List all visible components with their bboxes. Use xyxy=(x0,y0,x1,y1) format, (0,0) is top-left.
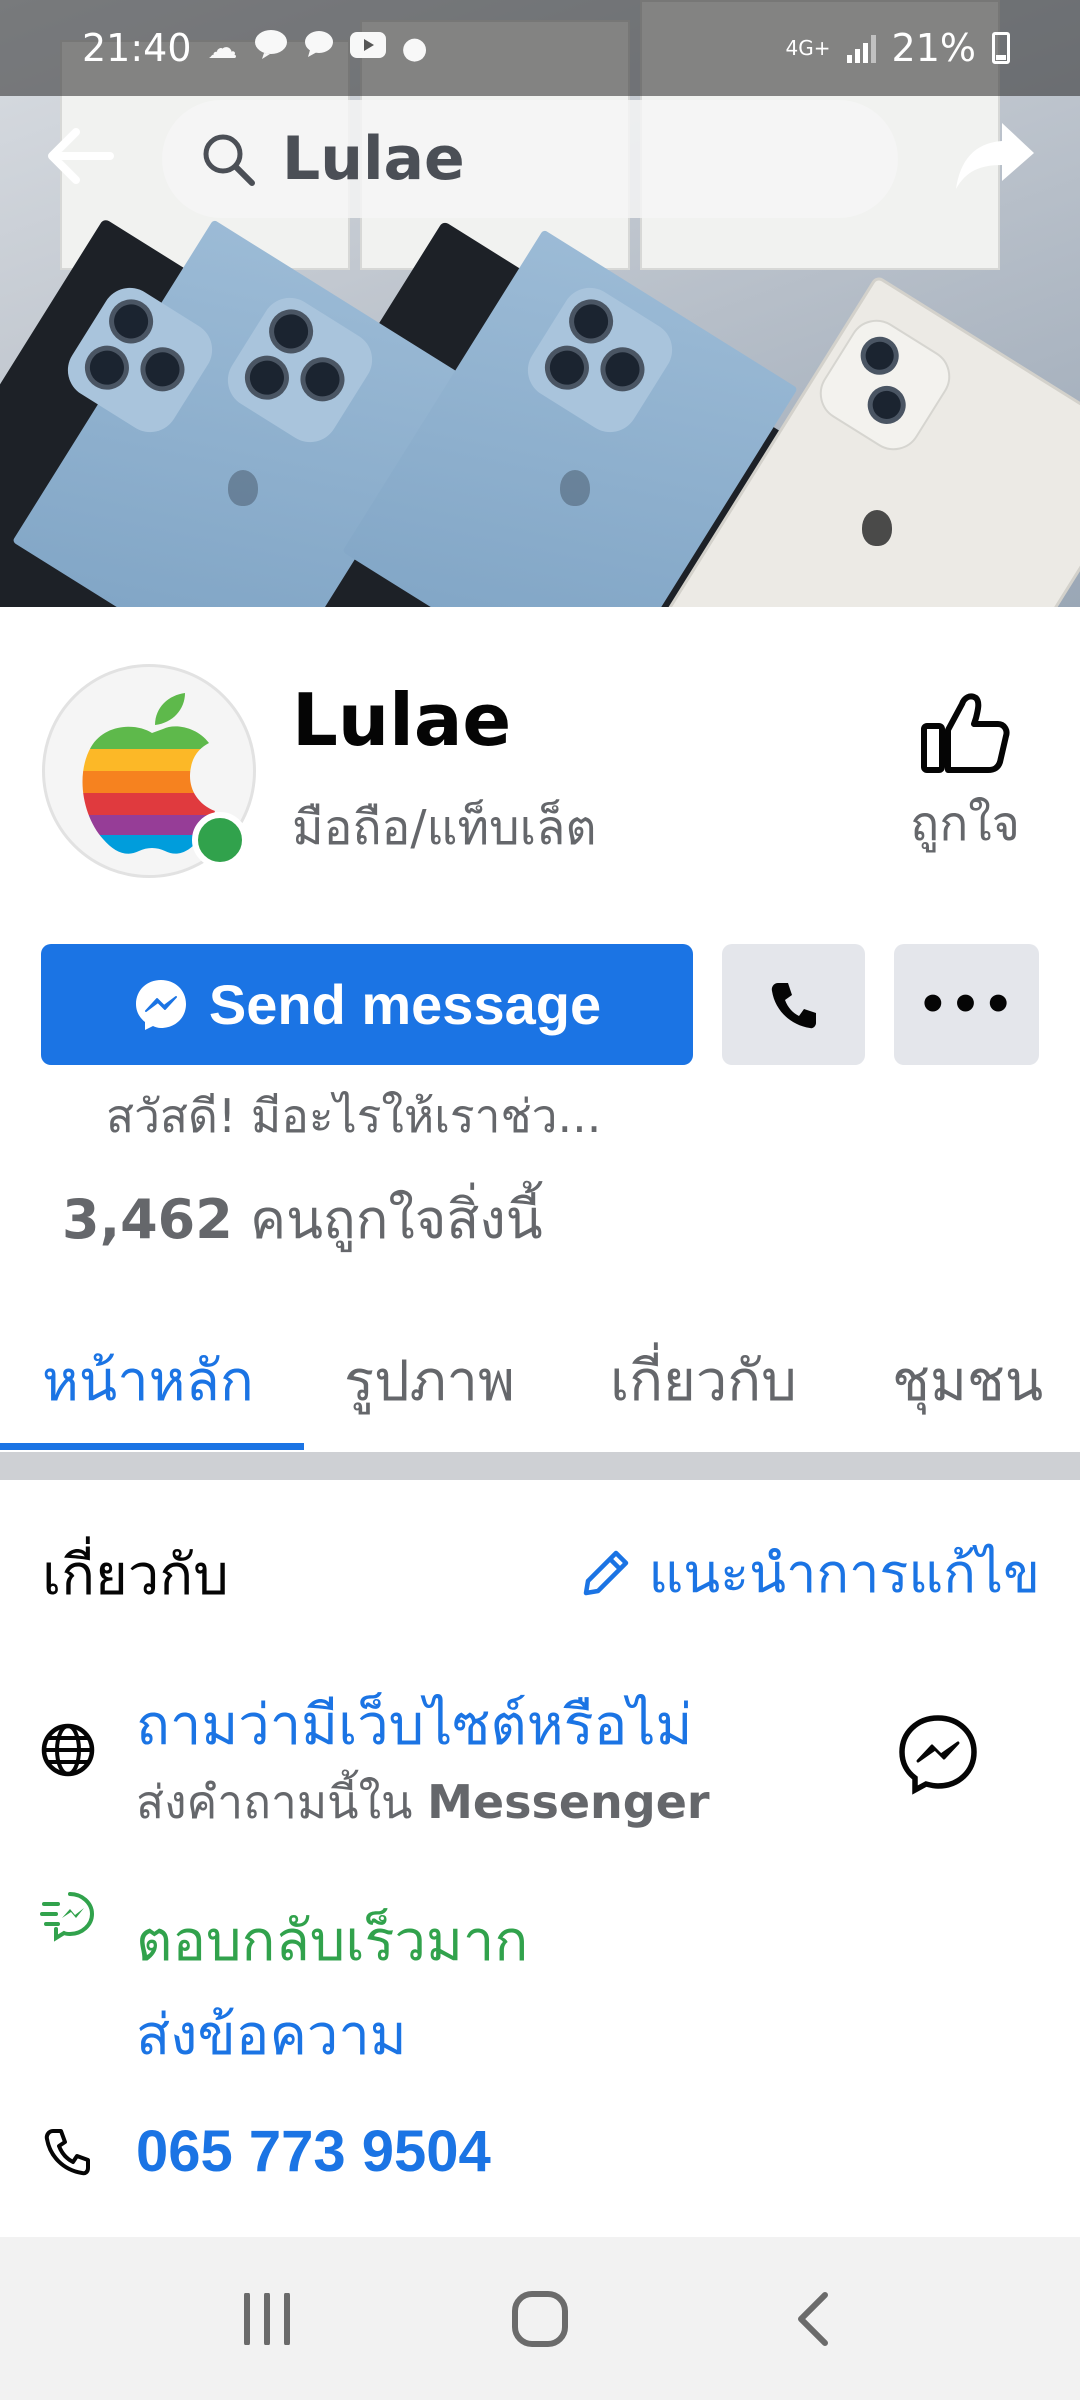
more-dots-icon: ••• xyxy=(917,976,1016,1033)
greeting-text[interactable]: สวัสดี! มีอะไรให้เราช่ว... xyxy=(106,1080,601,1153)
send-message-link[interactable]: ส่งข้อความ xyxy=(136,1990,407,2079)
back-chevron-icon xyxy=(798,2291,829,2346)
search-icon xyxy=(203,134,255,186)
suggest-edit-link[interactable]: แนะนำการแก้ไข xyxy=(580,1530,1040,1616)
top-nav: Lulae xyxy=(0,96,1080,226)
likes-count: 3,462 xyxy=(62,1188,233,1251)
online-status-dot xyxy=(192,812,248,868)
battery-icon xyxy=(992,32,1010,64)
android-navigation-bar xyxy=(0,2237,1080,2400)
tab-about[interactable]: เกี่ยวกับ xyxy=(610,1336,797,1425)
fast-reply-icon xyxy=(40,1888,96,1944)
tab-community[interactable]: ชุมชน xyxy=(892,1336,1043,1425)
youtube-icon xyxy=(349,31,386,66)
ask-website-sub-messenger: Messenger xyxy=(427,1775,710,1829)
like-label: ถูกใจ xyxy=(910,796,1020,852)
signal-icon xyxy=(846,33,876,63)
page-tabs: หน้าหลัก รูปภาพ เกี่ยวกับ ชุมชน xyxy=(0,1300,1080,1450)
back-button[interactable] xyxy=(40,116,120,196)
phone-icon xyxy=(40,2124,96,2180)
cover-apple-logo xyxy=(560,470,590,506)
active-tab-indicator xyxy=(0,1443,304,1450)
cover-apple-logo xyxy=(228,470,258,506)
tab-home[interactable]: หน้าหลัก xyxy=(42,1336,254,1425)
response-speed-text: ตอบกลับเร็วมาก xyxy=(136,1909,529,1974)
like-button[interactable]: ถูกใจ xyxy=(880,690,1050,870)
cover-apple-logo xyxy=(862,510,892,546)
messenger-icon xyxy=(899,1715,977,1795)
pencil-icon xyxy=(584,1550,629,1596)
page-name: Lulae xyxy=(292,678,512,762)
tab-photos[interactable]: รูปภาพ xyxy=(344,1336,515,1425)
likes-summary: 3,462 คนถูกใจสิ่งนี้ xyxy=(62,1176,543,1262)
ask-website-subtitle: ส่งคำถามนี้ใน Messenger xyxy=(136,1766,710,1839)
search-text: Lulae xyxy=(282,124,465,194)
share-arrow-icon xyxy=(956,123,1034,189)
likes-suffix: คนถูกใจสิ่งนี้ xyxy=(232,1188,543,1251)
back-arrow-icon xyxy=(48,128,114,184)
about-section-title: เกี่ยวกับ xyxy=(42,1543,229,1608)
battery-percent: 21% xyxy=(891,26,976,70)
chat-icon xyxy=(304,30,334,66)
ask-website-sub-prefix: ส่งคำถามนี้ใน xyxy=(136,1775,428,1829)
status-right: 4G+ 21% xyxy=(786,26,1010,70)
recent-apps-button[interactable] xyxy=(197,2259,337,2379)
page-category: มือถือ/แท็บเล็ต xyxy=(292,800,597,856)
send-message-button[interactable]: Send message xyxy=(41,944,693,1065)
status-bar: 21:40 ☁ ● 4G+ 21% xyxy=(0,0,1080,96)
status-time: 21:40 xyxy=(82,26,192,70)
more-options-button[interactable]: ••• xyxy=(894,944,1039,1065)
section-divider xyxy=(0,1452,1080,1480)
home-icon xyxy=(511,2290,568,2347)
thumbs-up-icon xyxy=(921,693,1010,773)
phone-number-link[interactable]: 065 773 9504 xyxy=(136,2118,491,2185)
status-left: 21:40 ☁ ● xyxy=(82,26,428,70)
recent-apps-icon xyxy=(243,2292,290,2345)
back-nav-button[interactable] xyxy=(743,2259,883,2379)
suggest-edit-label: แนะนำการแก้ไข xyxy=(648,1542,1040,1605)
ask-website-link[interactable]: ถามว่ามีเว็บไซต์หรือไม่ xyxy=(136,1680,692,1769)
search-bar[interactable]: Lulae xyxy=(162,100,898,218)
network-type: 4G+ xyxy=(785,36,831,60)
phone-icon xyxy=(771,982,816,1028)
send-message-label: Send message xyxy=(208,973,602,1036)
messenger-ask-button[interactable] xyxy=(894,1710,982,1798)
share-button[interactable] xyxy=(950,116,1040,196)
cloud-icon: ☁ xyxy=(207,30,238,66)
messenger-icon xyxy=(135,979,186,1030)
globe-icon xyxy=(40,1722,96,1778)
notification-dot-icon: ● xyxy=(401,30,428,66)
line-icon xyxy=(254,29,288,67)
call-button[interactable] xyxy=(722,944,865,1065)
home-button[interactable] xyxy=(470,2259,610,2379)
cover-photo[interactable]: 21:40 ☁ ● 4G+ 21% Lulae xyxy=(0,0,1080,607)
